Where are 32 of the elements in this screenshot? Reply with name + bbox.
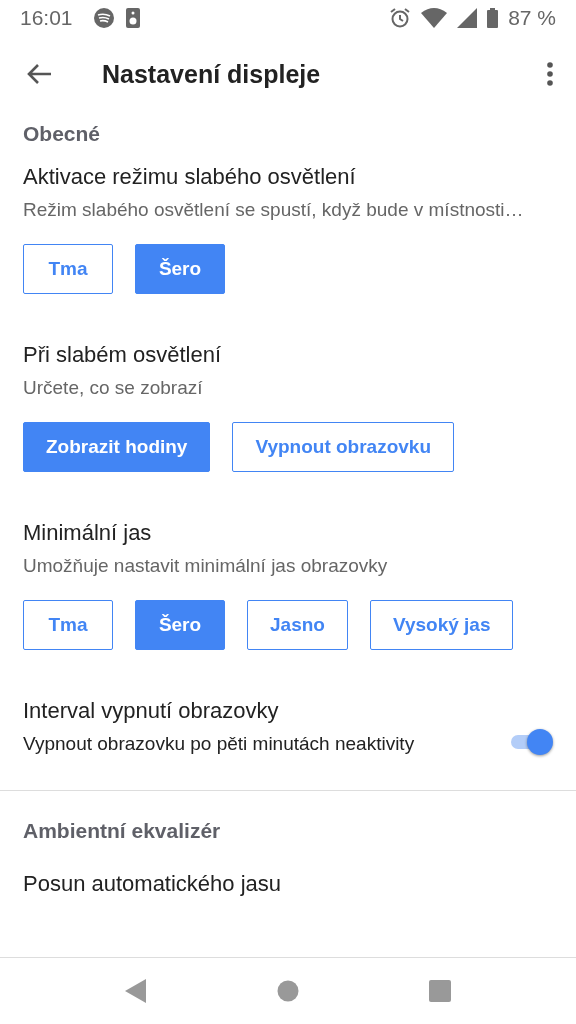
home-nav-icon[interactable] [277, 980, 299, 1002]
battery-icon [487, 8, 499, 28]
music-app-icon [92, 7, 115, 29]
option-button[interactable]: Šero [135, 244, 225, 294]
setting-title: Minimální jas [23, 520, 153, 546]
signal-icon [457, 8, 478, 28]
wifi-icon [421, 8, 448, 28]
setting-description: Umožňuje nastavit minimální jas obrazovky [23, 554, 389, 578]
section-header: Obecné [22, 122, 102, 146]
back-icon[interactable] [26, 63, 52, 85]
setting-title: Interval vypnutí obrazovky [23, 698, 280, 724]
option-button[interactable]: Vysoký jas [369, 600, 514, 650]
option-button[interactable]: Tma [23, 244, 113, 294]
screen-title: Nastavení displeje [102, 59, 322, 89]
option-button[interactable]: Jasno [247, 600, 348, 650]
alarm-icon [389, 7, 412, 29]
setting-title: Aktivace režimu slabého osvětlení [23, 164, 357, 190]
section-header: Ambientní ekvalizér [22, 819, 222, 843]
option-button[interactable]: Šero [135, 600, 225, 650]
setting-title[interactable]: Posun automatického jasu [0, 871, 576, 897]
status-time: 16:01 [20, 6, 73, 30]
setting-description: Režim slabého osvětlení se spustí, když bude v místnosti… [23, 198, 525, 222]
setting-description: Určete, co se zobrazí [23, 376, 204, 400]
back-nav-icon[interactable] [125, 979, 147, 1003]
more-options-icon[interactable] [546, 62, 554, 86]
battery-percent: 87 % [508, 6, 556, 30]
option-button[interactable]: Vypnout obrazovku [232, 422, 455, 472]
speaker-icon [124, 7, 141, 29]
option-button[interactable]: Zobrazit hodiny [23, 422, 211, 472]
setting-description: Vypnout obrazovku po pěti minutách neaktivity [23, 732, 415, 756]
setting-title: Při slabém osvětlení [23, 342, 223, 368]
option-button[interactable]: Tma [23, 600, 113, 650]
